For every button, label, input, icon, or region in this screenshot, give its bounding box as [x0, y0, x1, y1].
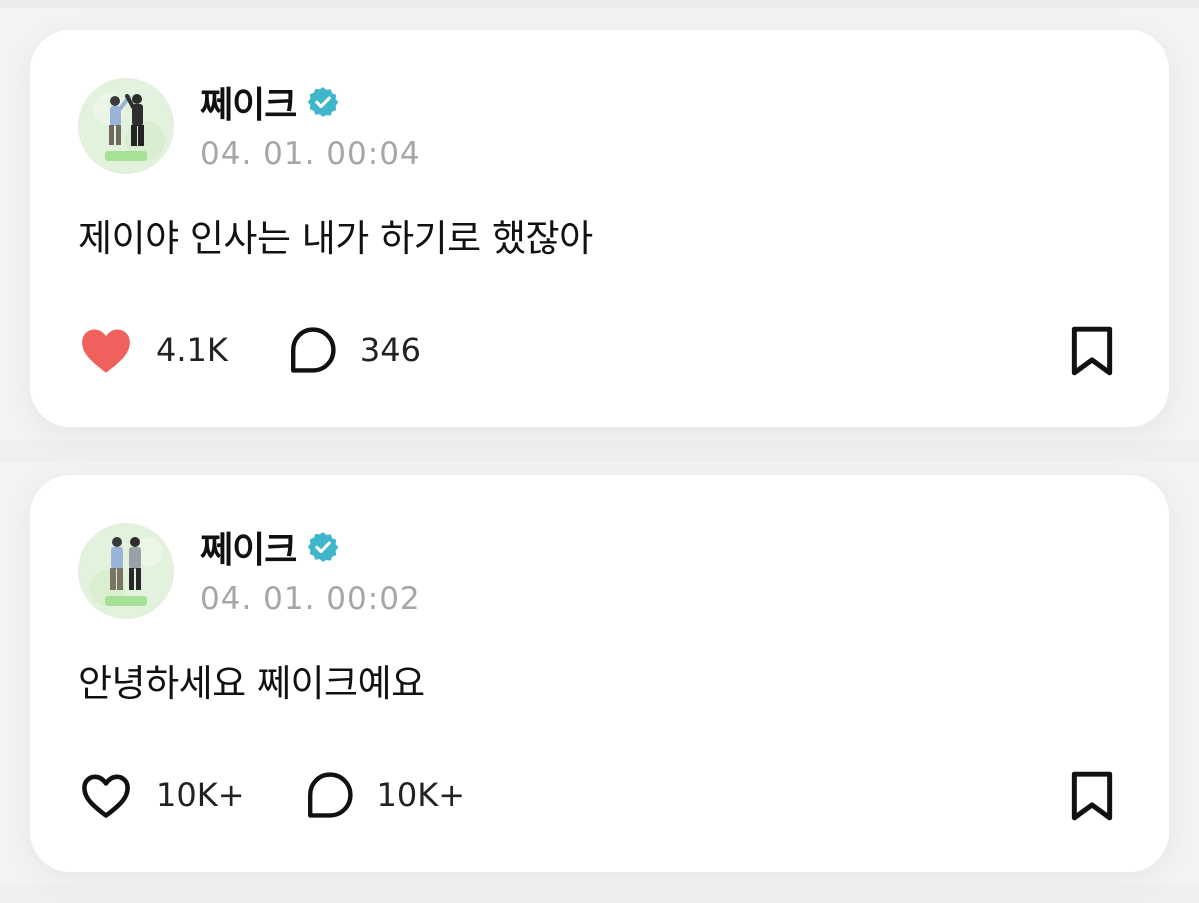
author-name[interactable]: 쩨이크: [200, 76, 297, 128]
bookmark-button[interactable]: [1067, 324, 1117, 378]
avatar[interactable]: [78, 78, 174, 174]
post-text: 제이야 인사는 내가 하기로 했잖아: [78, 217, 593, 260]
avatar-image: [79, 79, 173, 173]
verified-badge-icon: [308, 87, 339, 117]
bookmark-icon: [1071, 771, 1113, 821]
post-actions: 4.1K 346: [78, 324, 421, 376]
heart-outline-icon: [82, 774, 130, 818]
author-row: 쩨이크: [200, 76, 340, 128]
verified-badge-icon: [308, 532, 339, 562]
post-timestamp: 04. 01. 00:02: [200, 581, 421, 617]
post-timestamp: 04. 01. 00:04: [200, 136, 421, 172]
like-count: 10K+: [156, 776, 245, 814]
bookmark-icon: [1071, 326, 1113, 376]
bookmark-button[interactable]: [1067, 769, 1117, 823]
like-count: 4.1K: [156, 331, 228, 369]
comment-bubble-icon: [290, 327, 336, 373]
comment-button[interactable]: 346: [288, 325, 421, 375]
background-band: [0, 0, 1199, 8]
comment-count: 346: [359, 331, 421, 369]
background-band: [0, 440, 1199, 462]
comment-bubble-icon: [307, 772, 353, 818]
author-name[interactable]: 쩨이크: [200, 521, 297, 573]
background-band: [0, 885, 1199, 903]
post-card[interactable]: 쩨이크 04. 01. 00:02 안녕하세요 쩨이크예요 10K+ 10K+: [30, 475, 1169, 872]
author-row: 쩨이크: [200, 521, 340, 573]
post-card[interactable]: 쩨이크 04. 01. 00:04 제이야 인사는 내가 하기로 했잖아 4.1…: [30, 30, 1169, 427]
like-button[interactable]: 4.1K: [78, 325, 228, 375]
comment-button[interactable]: 10K+: [305, 770, 466, 820]
like-button[interactable]: 10K+: [78, 770, 245, 820]
heart-filled-icon: [82, 329, 130, 373]
comment-count: 10K+: [376, 776, 466, 814]
avatar-image: [79, 524, 173, 618]
post-text: 안녕하세요 쩨이크예요: [78, 662, 425, 705]
avatar[interactable]: [78, 523, 174, 619]
post-actions: 10K+ 10K+: [78, 769, 465, 821]
